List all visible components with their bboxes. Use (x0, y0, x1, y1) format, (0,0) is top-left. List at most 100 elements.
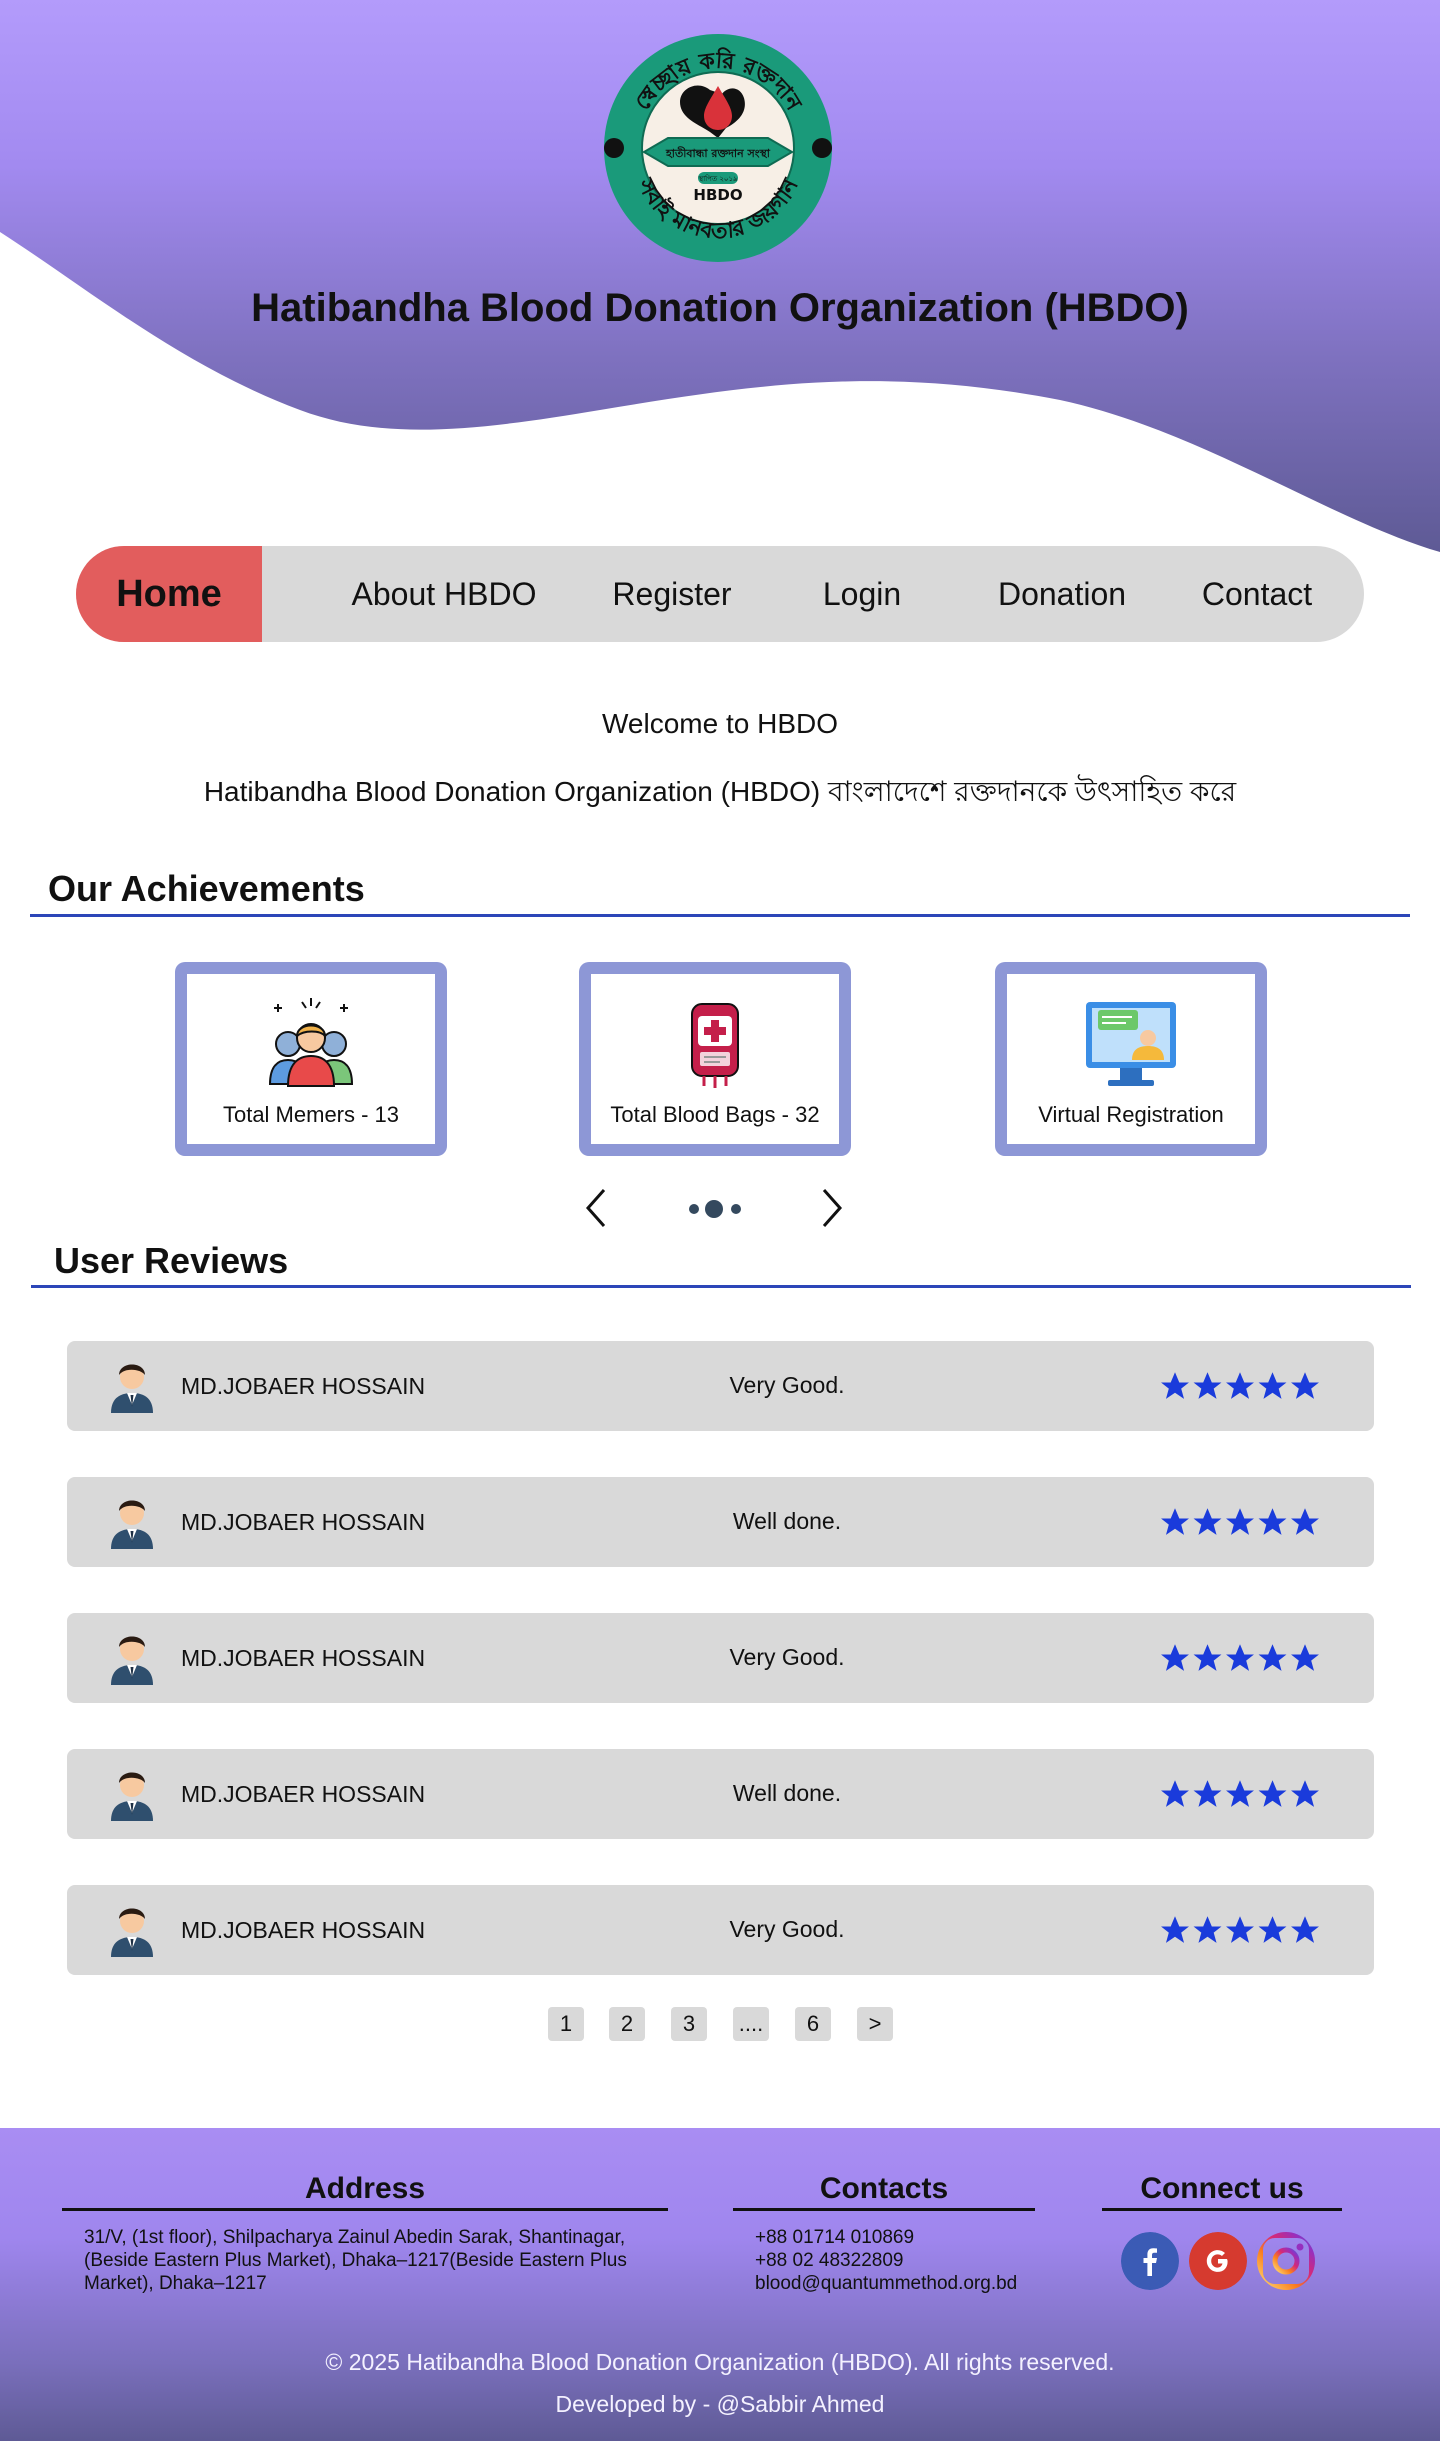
page-1-button[interactable]: 1 (548, 2007, 584, 2041)
facebook-icon[interactable] (1121, 2232, 1179, 2290)
review-comment: Very Good. (729, 1644, 845, 1670)
main-nav: Home About HBDO Register Login Donation … (76, 546, 1364, 642)
contacts-divider (733, 2208, 1035, 2211)
contact-phone[interactable]: +88 01714 010869 (755, 2226, 1055, 2249)
star-icon (1291, 1916, 1319, 1943)
contact-email[interactable]: blood@quantummethod.org.bd (755, 2272, 1055, 2295)
star-icon (1291, 1372, 1319, 1399)
review-row: MD.JOBAER HOSSAIN Well done. (67, 1749, 1374, 1839)
review-comment: Well done. (732, 1780, 842, 1806)
star-icon (1161, 1508, 1189, 1535)
avatar-icon (111, 1772, 153, 1821)
nav-donation[interactable]: Donation (962, 546, 1162, 642)
star-icon (1226, 1780, 1254, 1807)
site-title: Hatibandha Blood Donation Organization (… (251, 286, 1189, 330)
address-text: 31/V, (1st floor), Shilpacharya Zainul A… (84, 2226, 684, 2295)
achievement-label: Total Blood Bags - 32 (610, 1102, 820, 1127)
logo-small-text: স্থাপিত ২০১৯ (697, 175, 738, 183)
avatar-icon (111, 1500, 153, 1549)
page-3-button[interactable]: 3 (671, 2007, 707, 2041)
reviewer-name: MD.JOBAER HOSSAIN (181, 1373, 426, 1399)
review-comment: Very Good. (729, 1372, 845, 1398)
reviews-title: User Reviews (54, 1240, 289, 1281)
star-icon (1193, 1644, 1222, 1671)
review-comment: Well done. (732, 1508, 842, 1534)
address-heading: Address (304, 2172, 426, 2205)
chevron-left-icon[interactable] (578, 1186, 618, 1230)
page-6-button[interactable]: 6 (795, 2007, 831, 2041)
contacts-heading: Contacts (819, 2172, 949, 2205)
nav-about[interactable]: About HBDO (306, 546, 582, 642)
star-icon (1258, 1508, 1287, 1535)
copyright-text: © 2025 Hatibandha Blood Donation Organiz… (325, 2349, 1115, 2375)
achievement-label: Total Memers - 13 (222, 1102, 400, 1127)
blood-bag-icon (691, 1003, 739, 1088)
next-page-button[interactable]: > (857, 2007, 893, 2041)
page-ellipsis: .... (733, 2007, 769, 2041)
contacts-text: +88 01714 010869 +88 02 48322809 blood@q… (755, 2226, 1055, 2295)
reviewer-name: MD.JOBAER HOSSAIN (181, 1781, 426, 1807)
star-icon (1226, 1644, 1254, 1671)
review-comment: Very Good. (729, 1916, 845, 1942)
achievement-card-members: Total Memers - 13 (175, 962, 447, 1156)
carousel-dots[interactable] (686, 1196, 744, 1222)
star-icon (1258, 1916, 1287, 1943)
instagram-icon[interactable] (1257, 2232, 1315, 2290)
google-icon[interactable] (1189, 2232, 1247, 2290)
star-icon (1193, 1508, 1222, 1535)
star-rating (1161, 1916, 1319, 1943)
review-row: MD.JOBAER HOSSAIN Very Good. (67, 1885, 1374, 1975)
address-line: (Beside Eastern Plus Market), Dhaka–1217… (84, 2250, 627, 2271)
star-icon (1193, 1372, 1222, 1399)
star-rating (1161, 1644, 1319, 1671)
star-icon (1226, 1916, 1254, 1943)
nav-login[interactable]: Login (762, 546, 962, 642)
star-icon (1193, 1916, 1222, 1943)
star-icon (1258, 1780, 1287, 1807)
address-line: 31/V, (1st floor), Shilpacharya Zainul A… (84, 2227, 626, 2248)
reviews-divider (31, 1285, 1411, 1288)
nav-home[interactable]: Home (76, 546, 262, 642)
footer: Address 31/V, (1st floor), Shilpacharya … (0, 2128, 1440, 2441)
address-divider (62, 2208, 668, 2211)
star-icon (1291, 1780, 1319, 1807)
star-icon (1291, 1508, 1319, 1535)
reviewer-name: MD.JOBAER HOSSAIN (181, 1509, 426, 1535)
star-icon (1226, 1372, 1254, 1399)
page-2-button[interactable]: 2 (609, 2007, 645, 2041)
chevron-right-icon[interactable] (810, 1186, 850, 1230)
team-icon (268, 998, 354, 1087)
reviewer-name: MD.JOBAER HOSSAIN (181, 1917, 426, 1943)
connect-divider (1102, 2208, 1342, 2211)
star-icon (1161, 1644, 1189, 1671)
star-icon (1226, 1508, 1254, 1535)
contact-phone[interactable]: +88 02 48322809 (755, 2249, 1055, 2272)
avatar-icon (111, 1364, 153, 1413)
reviewer-name: MD.JOBAER HOSSAIN (181, 1645, 426, 1671)
achievements-divider (30, 914, 1410, 917)
achievements-title: Our Achievements (48, 868, 365, 909)
star-icon (1258, 1644, 1287, 1671)
nav-register[interactable]: Register (582, 546, 762, 642)
star-icon (1291, 1644, 1319, 1671)
star-icon (1161, 1372, 1189, 1399)
achievement-card-blood-bags: Total Blood Bags - 32 (579, 962, 851, 1156)
review-row: MD.JOBAER HOSSAIN Well done. (67, 1477, 1374, 1567)
welcome-heading: Welcome to HBDO (602, 708, 838, 739)
logo-ribbon-text: হাতীবান্ধা রক্তদান সংস্থা (665, 146, 771, 160)
welcome-text: Hatibandha Blood Donation Organization (… (203, 776, 1237, 807)
star-rating (1161, 1508, 1319, 1535)
achievement-label: Virtual Registration (1038, 1102, 1224, 1127)
star-icon (1161, 1780, 1189, 1807)
star-icon (1161, 1916, 1189, 1943)
star-icon (1258, 1372, 1287, 1399)
star-rating (1161, 1372, 1319, 1399)
avatar-icon (111, 1636, 153, 1685)
nav-contact[interactable]: Contact (1162, 546, 1352, 642)
hbdo-logo: স্বেচ্ছায় করি রক্তদান সবাই মানবতার জয়গ… (598, 28, 838, 268)
achievement-card-virtual-registration: Virtual Registration (995, 962, 1267, 1156)
developer-credit: Developed by - @Sabbir Ahmed (555, 2391, 885, 2417)
review-row: MD.JOBAER HOSSAIN Very Good. (67, 1613, 1374, 1703)
address-line: Market), Dhaka–1217 (84, 2273, 267, 2294)
star-icon (1193, 1780, 1222, 1807)
